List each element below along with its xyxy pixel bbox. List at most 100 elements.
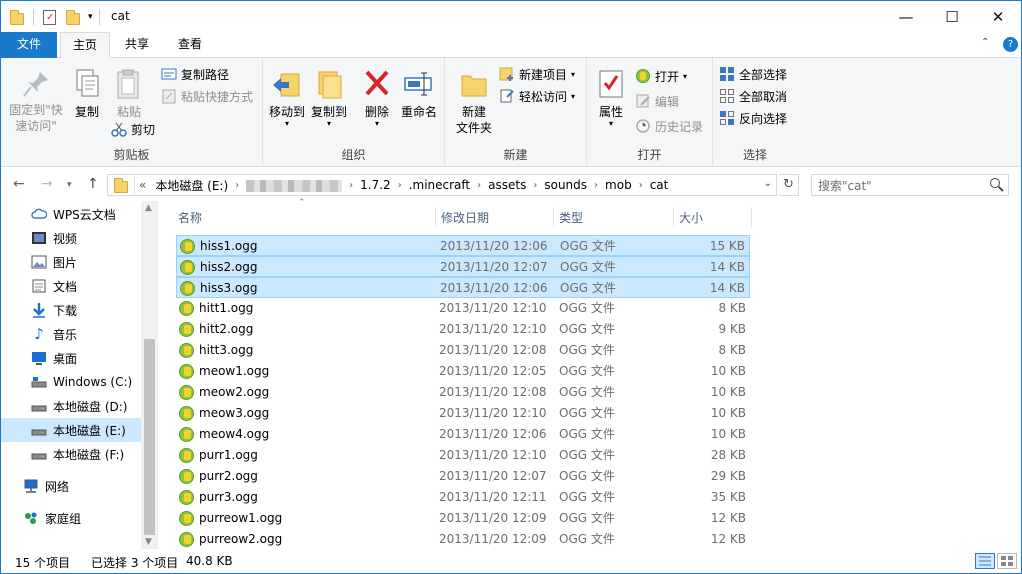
overflow-chevron-icon[interactable]: « (135, 178, 150, 192)
large-icons-view-button[interactable] (997, 553, 1017, 569)
table-row[interactable]: hiss3.ogg 2013/11/20 12:06 OGG 文件 14 KB (176, 277, 750, 298)
crumb-separator-icon[interactable]: › (233, 180, 241, 191)
easy-access-button[interactable]: 轻松访问 ▾ (499, 86, 575, 106)
nav-label: 音乐 (53, 327, 78, 342)
help-icon[interactable]: ? (1003, 37, 1018, 52)
table-row[interactable]: purr2.ogg 2013/11/20 12:07 OGG 文件 29 KB (176, 466, 750, 487)
column-header-type[interactable]: 类型 (554, 207, 674, 227)
copy-to-button[interactable]: 复制到 ▾ (309, 68, 349, 128)
crumb-version[interactable]: 1.7.2 (355, 178, 396, 192)
nav-item-drive-f[interactable]: 本地磁盘 (F:) (31, 442, 141, 466)
crumb-sounds[interactable]: sounds (539, 178, 592, 192)
crumb-redacted[interactable] (241, 178, 347, 192)
properties-button[interactable]: 属性 ▾ (591, 68, 631, 128)
scroll-thumb[interactable] (144, 339, 155, 535)
table-row[interactable]: purr3.ogg 2013/11/20 12:11 OGG 文件 35 KB (176, 487, 750, 508)
delete-button[interactable]: 删除 ▾ (359, 68, 395, 128)
table-row[interactable]: hiss1.ogg 2013/11/20 12:06 OGG 文件 15 KB (176, 235, 750, 256)
nav-item-drive-e[interactable]: 本地磁盘 (E:) (1, 418, 141, 442)
nav-item-documents[interactable]: 文档 (31, 274, 141, 298)
forward-arrow-icon[interactable]: → (41, 176, 53, 192)
nav-item-music[interactable]: ♪ 音乐 (31, 322, 141, 346)
table-row[interactable]: hitt2.ogg 2013/11/20 12:10 OGG 文件 9 KB (176, 319, 750, 340)
paste-button[interactable]: 粘贴 (109, 68, 149, 120)
paste-shortcut-button[interactable]: 粘贴快捷方式 (161, 86, 253, 106)
search-input[interactable]: 搜索"cat" (811, 174, 1009, 196)
tab-share[interactable]: 共享 (114, 32, 160, 58)
nav-item-windows-c[interactable]: Windows (C:) (31, 370, 141, 394)
open-button[interactable]: 打开 ▾ (635, 66, 687, 86)
move-to-button[interactable]: 移动到 ▾ (267, 68, 307, 128)
table-row[interactable]: hitt3.ogg 2013/11/20 12:08 OGG 文件 8 KB (176, 340, 750, 361)
back-arrow-icon[interactable]: ← (13, 176, 25, 192)
new-item-button[interactable]: 新建项目 ▾ (499, 64, 575, 84)
file-type: OGG 文件 (559, 490, 615, 504)
nav-scrollbar[interactable]: ▲ ▼ (141, 201, 158, 549)
recent-chevron-icon[interactable]: ▾ (67, 180, 72, 190)
table-row[interactable]: meow2.ogg 2013/11/20 12:08 OGG 文件 10 KB (176, 382, 750, 403)
nav-item-homegroup[interactable]: 家庭组 (23, 506, 141, 530)
column-header-name[interactable]: 名称 (173, 207, 436, 227)
table-row[interactable]: meow3.ogg 2013/11/20 12:10 OGG 文件 10 KB (176, 403, 750, 424)
chevron-down-icon[interactable]: ▾ (88, 12, 93, 22)
tab-file[interactable]: 文件 (1, 32, 57, 58)
scroll-up-icon[interactable]: ▲ (145, 203, 152, 213)
crumb-mob[interactable]: mob (600, 178, 637, 192)
column-header-size[interactable]: 大小 (674, 207, 752, 227)
tab-view[interactable]: 查看 (167, 32, 213, 58)
maximize-button[interactable]: ☐ (929, 1, 975, 32)
crumb-separator-icon[interactable]: › (396, 180, 404, 191)
table-row[interactable]: meow4.ogg 2013/11/20 12:06 OGG 文件 10 KB (176, 424, 750, 445)
file-date: 2013/11/20 12:08 (439, 343, 547, 357)
nav-item-videos[interactable]: 视频 (31, 226, 141, 250)
address-dropdown-icon[interactable]: ⌄ (764, 178, 772, 189)
up-arrow-icon[interactable]: ↑ (87, 176, 99, 192)
table-row[interactable]: purreow1.ogg 2013/11/20 12:09 OGG 文件 12 KB (176, 508, 750, 529)
crumb-separator-icon[interactable]: › (592, 180, 600, 191)
new-folder-icon[interactable] (66, 9, 80, 25)
pin-quick-access-button[interactable]: 固定到"快 速访问" (7, 68, 65, 134)
history-button[interactable]: 历史记录 (635, 116, 703, 136)
table-row[interactable]: hiss2.ogg 2013/11/20 12:07 OGG 文件 14 KB (176, 256, 750, 277)
crumb-assets[interactable]: assets (483, 178, 531, 192)
crumb-cat[interactable]: cat (645, 178, 674, 192)
crumb-separator-icon[interactable]: › (475, 180, 483, 191)
copy-button[interactable]: 复制 (67, 68, 107, 120)
close-button[interactable]: ✕ (975, 1, 1021, 32)
chevron-up-icon[interactable]: ⌃ (981, 37, 989, 48)
nav-item-wps-cloud[interactable]: WPS云文档 (31, 202, 141, 226)
new-folder-button[interactable]: 新建 文件夹 (451, 68, 497, 136)
table-row[interactable]: purr1.ogg 2013/11/20 12:10 OGG 文件 28 KB (176, 445, 750, 466)
copy-path-button[interactable]: 复制路径 (161, 64, 229, 84)
address-bar[interactable]: « 本地磁盘 (E:) › › 1.7.2 › .minecraft › ass… (107, 174, 777, 196)
crumb-minecraft[interactable]: .minecraft (404, 178, 475, 192)
nav-item-network[interactable]: 网络 (23, 474, 141, 498)
crumb-separator-icon[interactable]: › (531, 180, 539, 191)
table-row[interactable]: purreow2.ogg 2013/11/20 12:09 OGG 文件 12 KB (176, 529, 750, 550)
table-row[interactable]: meow1.ogg 2013/11/20 12:05 OGG 文件 10 KB (176, 361, 750, 382)
nav-item-downloads[interactable]: 下载 (31, 298, 141, 322)
minimize-button[interactable]: — (883, 1, 929, 32)
column-header-date[interactable]: 修改日期 (436, 207, 554, 227)
edit-button[interactable]: 编辑 (635, 91, 679, 111)
select-none-button[interactable]: 全部取消 (719, 86, 787, 106)
rename-button[interactable]: 重命名 (399, 68, 439, 120)
scroll-down-icon[interactable]: ▼ (145, 537, 152, 547)
table-row[interactable]: hitt1.ogg 2013/11/20 12:10 OGG 文件 8 KB (176, 298, 750, 319)
crumb-separator-icon[interactable]: › (347, 180, 355, 191)
cut-button[interactable]: 剪切 (111, 119, 155, 139)
details-view-button[interactable] (975, 553, 995, 569)
properties-icon (595, 68, 627, 100)
nav-item-pictures[interactable]: 图片 (31, 250, 141, 274)
crumb-separator-icon[interactable]: › (637, 180, 645, 191)
tab-home[interactable]: 主页 (60, 32, 110, 59)
select-all-button[interactable]: 全部选择 (719, 64, 787, 84)
crumb-drive-e[interactable]: 本地磁盘 (E:) (150, 177, 233, 194)
history-label: 历史记录 (655, 119, 704, 134)
properties-icon[interactable]: ✓ (43, 9, 56, 25)
invert-selection-button[interactable]: 反向选择 (719, 108, 787, 128)
nav-item-desktop[interactable]: 桌面 (31, 346, 141, 370)
nav-item-drive-d[interactable]: 本地磁盘 (D:) (31, 394, 141, 418)
nav-label: WPS云文档 (53, 207, 116, 222)
refresh-button[interactable]: ↻ (779, 174, 799, 196)
